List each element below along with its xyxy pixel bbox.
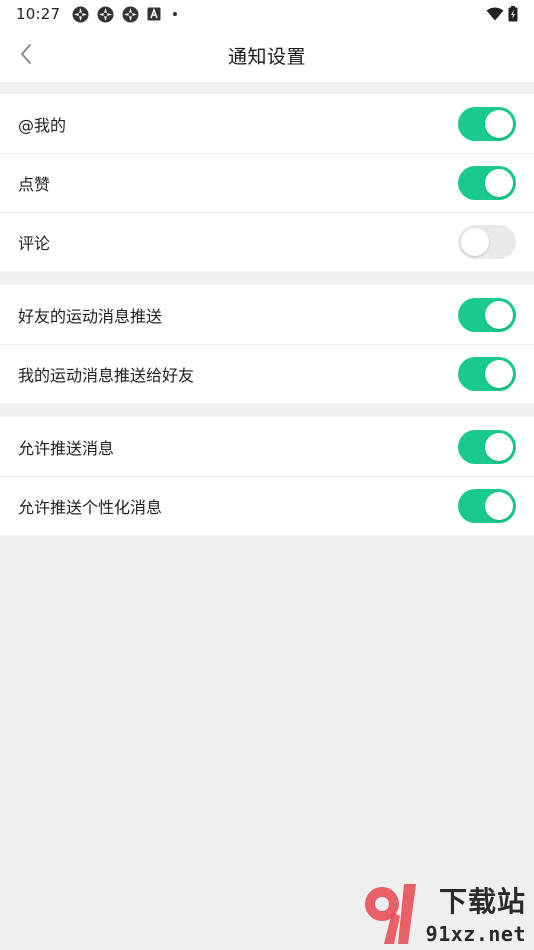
setting-label: 允许推送消息 [18, 438, 115, 458]
toggle-knob [461, 227, 489, 256]
battery-icon [508, 6, 518, 22]
toggle-knob [485, 168, 513, 197]
watermark-text: 下载站 [438, 885, 526, 918]
setting-label: 评论 [18, 233, 51, 253]
settings-section-friends: 好友的运动消息推送 我的运动消息推送给好友 [0, 285, 534, 403]
app-notification-icon [72, 6, 89, 22]
chevron-left-icon [21, 44, 31, 64]
status-bar: 10:27 [0, 0, 534, 28]
watermark: 下载站 91xz.net [362, 878, 530, 948]
allow-push-toggle[interactable] [458, 429, 516, 464]
toggle-knob [485, 359, 513, 388]
share-activity-toggle[interactable] [458, 356, 516, 391]
nav-bar: 通知设置 [0, 28, 534, 82]
setting-row-comments[interactable]: 评论 [0, 212, 534, 271]
setting-row-friend-activity-push[interactable]: 好友的运动消息推送 [0, 285, 534, 344]
likes-toggle[interactable] [458, 165, 516, 200]
friend-activity-push-toggle[interactable] [458, 297, 516, 332]
keyboard-a-icon [147, 7, 161, 21]
setting-row-share-activity-to-friends[interactable]: 我的运动消息推送给好友 [0, 344, 534, 403]
setting-row-mentions[interactable]: @我的 [0, 94, 534, 153]
toggle-knob [485, 432, 513, 461]
mentions-toggle[interactable] [458, 106, 516, 141]
top-bar: 10:27 通知设置 [0, 0, 534, 82]
page-title: 通知设置 [227, 45, 306, 68]
app-notification-icon [97, 6, 114, 22]
comments-toggle[interactable] [458, 224, 516, 259]
personalized-push-toggle[interactable] [458, 488, 516, 523]
watermark-url: 91xz.net [425, 922, 526, 946]
settings-section-push: 允许推送消息 允许推送个性化消息 [0, 417, 534, 535]
toggle-knob [485, 109, 513, 138]
setting-label: 允许推送个性化消息 [18, 497, 163, 517]
status-time: 10:27 [16, 5, 61, 23]
setting-row-allow-push[interactable]: 允许推送消息 [0, 417, 534, 476]
wifi-icon [486, 7, 504, 21]
setting-label: 好友的运动消息推送 [18, 306, 163, 326]
setting-label: @我的 [18, 115, 67, 135]
setting-label: 点赞 [18, 174, 51, 194]
settings-section-interactions: @我的 点赞 评论 [0, 94, 534, 271]
toggle-knob [485, 491, 513, 520]
toggle-knob [485, 300, 513, 329]
setting-label: 我的运动消息推送给好友 [18, 365, 195, 385]
more-dot-icon [173, 12, 178, 16]
status-notification-icons [72, 6, 178, 23]
watermark-logo-icon [365, 884, 416, 944]
setting-row-allow-personalized-push[interactable]: 允许推送个性化消息 [0, 476, 534, 535]
back-button[interactable] [8, 36, 44, 72]
app-notification-icon [122, 6, 139, 22]
status-system-icons [486, 6, 518, 22]
setting-row-likes[interactable]: 点赞 [0, 153, 534, 212]
